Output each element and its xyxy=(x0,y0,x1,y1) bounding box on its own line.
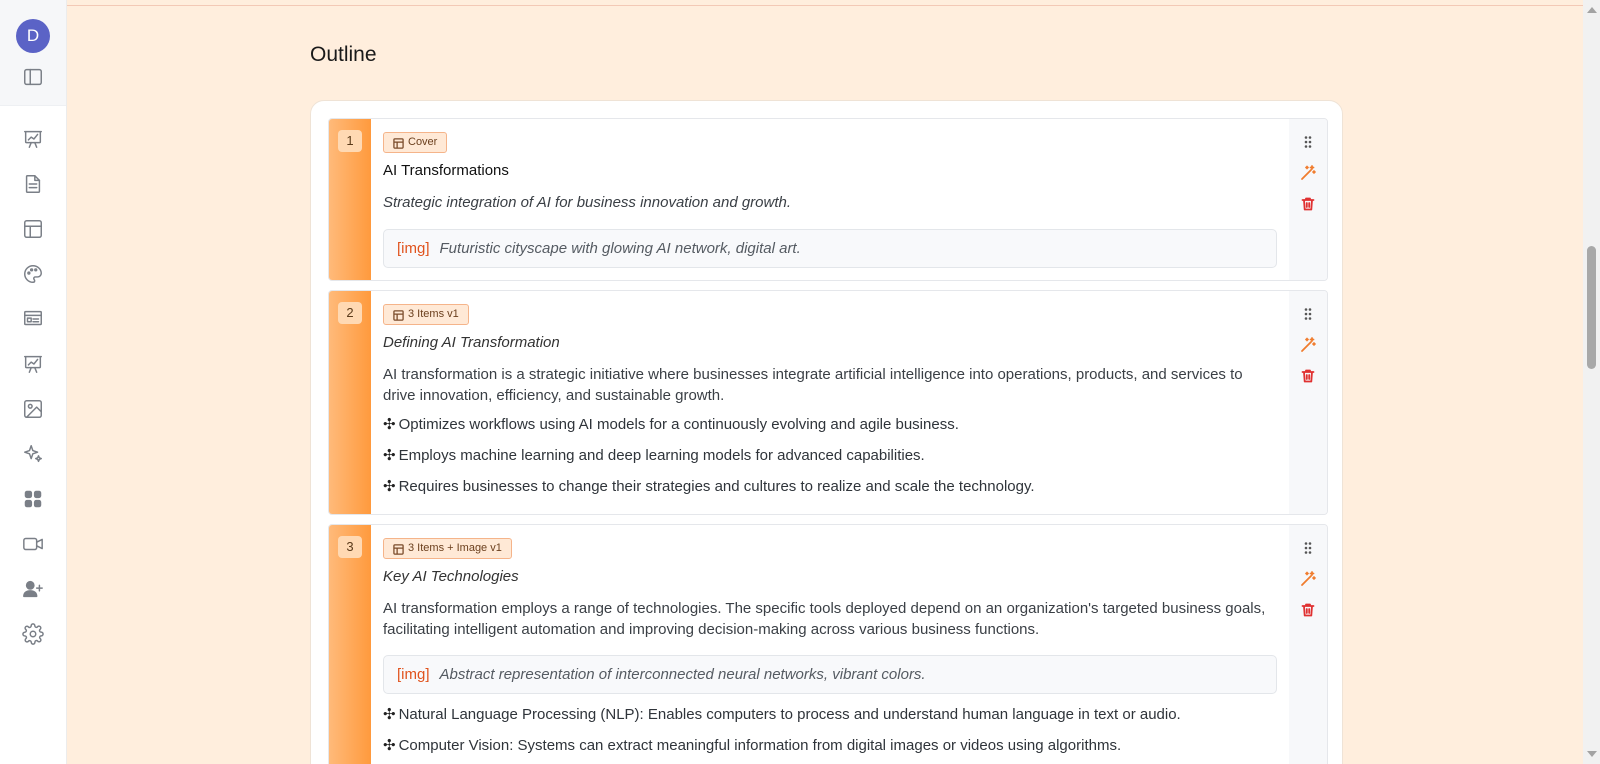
slide-actions xyxy=(1289,525,1327,764)
slide-subtitle[interactable]: Strategic integration of AI for business… xyxy=(383,192,791,213)
slide-card-icon[interactable] xyxy=(22,308,44,330)
toggle-sidebar-icon[interactable] xyxy=(22,66,44,88)
slide-accent-bar: 3 xyxy=(329,525,371,764)
outline-panel: 1 Cover AI Transformations Strategic int… xyxy=(310,100,1343,764)
video-icon[interactable] xyxy=(22,533,44,555)
trash-icon[interactable] xyxy=(1300,602,1316,618)
avatar[interactable]: D xyxy=(16,19,50,53)
slide-title[interactable]: Key AI Technologies xyxy=(383,568,519,585)
add-user-icon[interactable] xyxy=(22,578,44,600)
bullet-item[interactable]: ✣ Natural Language Processing (NLP): Enab… xyxy=(383,705,1181,723)
settings-icon[interactable] xyxy=(22,623,44,645)
bullet-symbol: ✣ xyxy=(383,737,396,754)
slide-body[interactable]: AI transformation employs a range of tec… xyxy=(383,598,1277,640)
sidebar-header xyxy=(0,0,66,106)
slide-title[interactable]: AI Transformations xyxy=(383,162,509,179)
layout-tag[interactable]: 3 Items + Image v1 xyxy=(383,538,512,559)
bullet-symbol: ✣ xyxy=(383,478,396,495)
bullet-item[interactable]: ✣ Computer Vision: Systems can extract me… xyxy=(383,736,1121,754)
bullet-symbol: ✣ xyxy=(383,416,396,433)
top-border xyxy=(0,0,1583,6)
layout-icon xyxy=(393,138,404,149)
trash-icon[interactable] xyxy=(1300,368,1316,384)
vertical-scrollbar[interactable] xyxy=(1583,0,1600,764)
layout-tag[interactable]: Cover xyxy=(383,132,448,153)
magic-wand-icon[interactable] xyxy=(1300,165,1316,181)
image-prompt[interactable]: [img] Futuristic cityscape with glowing A… xyxy=(383,229,1277,268)
bullet-item[interactable]: ✣ Optimizes workflows using AI models for… xyxy=(383,415,959,433)
slide-accent-bar: 2 xyxy=(329,291,371,514)
bullet-symbol: ✣ xyxy=(383,447,396,464)
layout-tag-label: 3 Items + Image v1 xyxy=(408,542,502,554)
layout-tag-label: 3 Items v1 xyxy=(408,308,459,320)
scroll-up-arrow-icon[interactable] xyxy=(1587,7,1597,13)
slide-body[interactable]: AI transformation is a strategic initiat… xyxy=(383,364,1277,406)
layout-icon xyxy=(393,544,404,555)
slide-title[interactable]: Defining AI Transformation xyxy=(383,334,560,351)
layout-icon[interactable] xyxy=(22,218,44,240)
palette-icon[interactable] xyxy=(22,263,44,285)
slide-actions xyxy=(1289,291,1327,514)
layout-tag[interactable]: 3 Items v1 xyxy=(383,304,469,325)
image-prompt[interactable]: [img] Abstract representation of intercon… xyxy=(383,655,1277,694)
slide-actions xyxy=(1289,119,1327,280)
slide-number: 1 xyxy=(338,130,362,152)
slide-card-1[interactable]: 1 Cover AI Transformations Strategic int… xyxy=(328,118,1328,281)
slide-accent-bar: 1 xyxy=(329,119,371,280)
scrollbar-thumb[interactable] xyxy=(1587,246,1596,369)
bullet-item[interactable]: ✣ Employs machine learning and deep learn… xyxy=(383,446,925,464)
presentation-chart-icon[interactable] xyxy=(22,128,44,150)
scroll-down-arrow-icon[interactable] xyxy=(1587,751,1597,757)
sparkles-icon[interactable] xyxy=(22,443,44,465)
image-tag: [img] xyxy=(397,240,430,257)
apps-icon[interactable] xyxy=(22,488,44,510)
layout-icon xyxy=(393,310,404,321)
image-description: Abstract representation of interconnecte… xyxy=(439,666,926,683)
slide-number: 3 xyxy=(338,536,362,558)
drag-handle-icon[interactable] xyxy=(1300,134,1316,150)
drag-handle-icon[interactable] xyxy=(1300,540,1316,556)
layout-tag-label: Cover xyxy=(408,136,438,148)
slide-card-3[interactable]: 3 3 Items + Image v1 Key AI Technologies… xyxy=(328,524,1328,764)
slide-card-2[interactable]: 2 3 Items v1 Defining AI Transformation … xyxy=(328,290,1328,515)
page-title: Outline xyxy=(310,43,377,66)
bullet-item[interactable]: ✣ Requires businesses to change their str… xyxy=(383,477,1035,495)
magic-wand-icon[interactable] xyxy=(1300,337,1316,353)
presentation-chart-icon[interactable] xyxy=(22,353,44,375)
sidebar: D xyxy=(0,0,67,764)
drag-handle-icon[interactable] xyxy=(1300,306,1316,322)
trash-icon[interactable] xyxy=(1300,196,1316,212)
magic-wand-icon[interactable] xyxy=(1300,571,1316,587)
image-tag: [img] xyxy=(397,666,430,683)
document-icon[interactable] xyxy=(22,173,44,195)
slide-number: 2 xyxy=(338,302,362,324)
bullet-symbol: ✣ xyxy=(383,706,396,723)
image-description: Futuristic cityscape with glowing AI net… xyxy=(439,240,801,257)
image-icon[interactable] xyxy=(22,398,44,420)
